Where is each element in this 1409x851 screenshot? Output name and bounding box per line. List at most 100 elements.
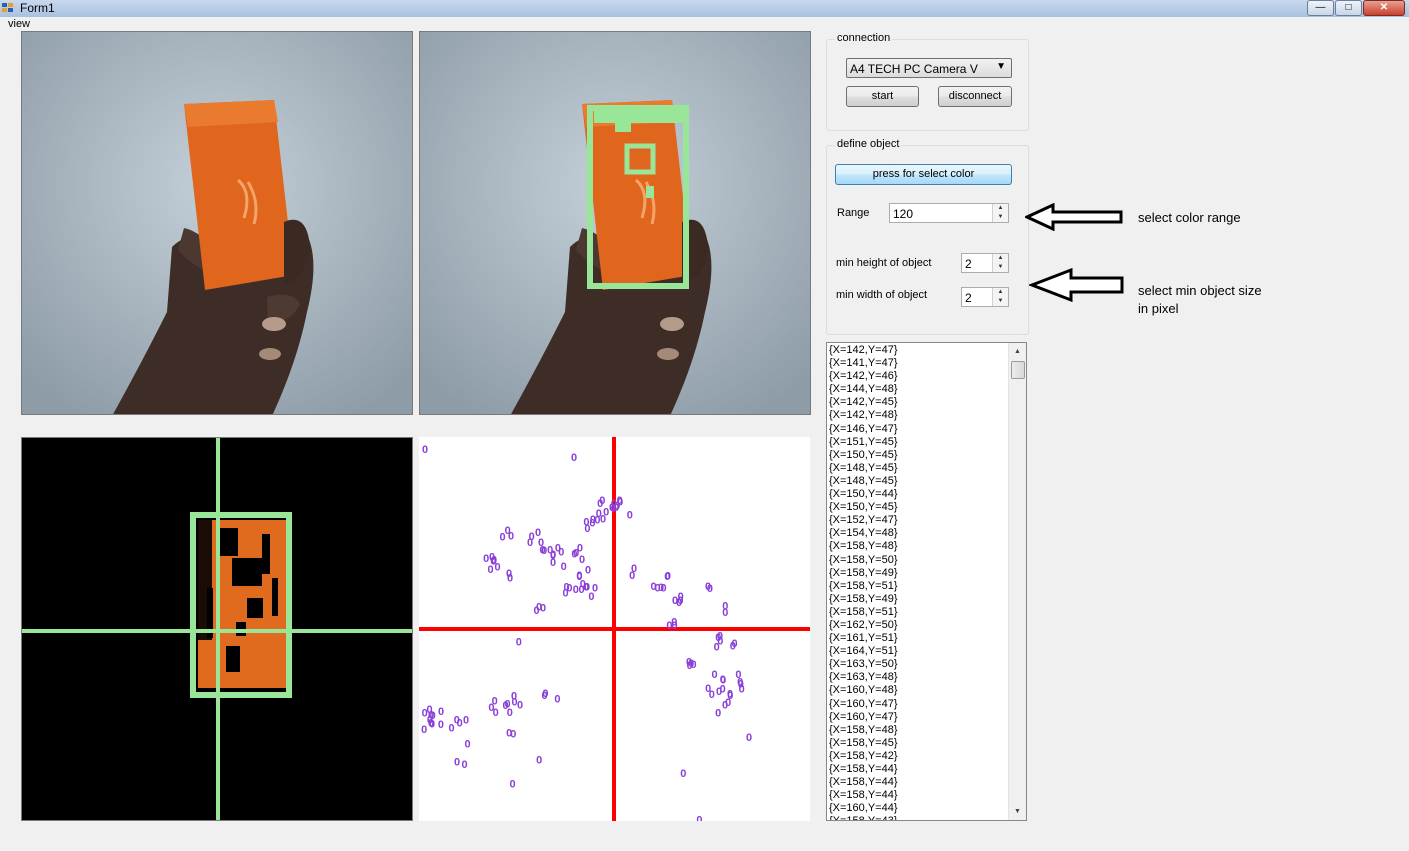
list-item[interactable]: {X=144,Y=48} [829,383,898,396]
trajectory-point: 0 [428,709,434,721]
minimize-button[interactable]: — [1307,0,1334,16]
trajectory-point: 0 [542,688,548,700]
trajectory-point: 0 [516,637,522,649]
trajectory-point: 0 [536,755,542,767]
list-item[interactable]: {X=154,Y=48} [829,527,898,540]
trajectory-point: 0 [688,658,694,670]
menu-bar: view [0,17,1409,30]
list-item[interactable]: {X=160,Y=44} [829,802,898,815]
list-item[interactable]: {X=158,Y=50} [829,554,898,567]
range-value: 120 [893,207,914,221]
list-item[interactable]: {X=158,Y=43} [829,815,898,820]
trajectory-point: 0 [654,582,660,594]
start-button[interactable]: start [846,86,919,107]
trajectory-point: 0 [457,717,463,729]
list-item[interactable]: {X=142,Y=48} [829,409,898,422]
trajectory-point: 0 [590,514,596,526]
list-item[interactable]: {X=152,Y=47} [829,514,898,527]
menu-view[interactable]: view [8,18,30,30]
trajectory-point: 0 [561,561,567,573]
trajectory-point: 0 [533,605,539,617]
trajectory-point: 0 [600,513,606,525]
disconnect-button[interactable]: disconnect [938,86,1012,107]
select-color-button[interactable]: press for select color [835,164,1012,185]
min-width-stepper[interactable]: 2 ▲ ▼ [961,287,1009,307]
list-item[interactable]: {X=158,Y=48} [829,540,898,553]
list-item[interactable]: {X=158,Y=42} [829,750,898,763]
spin-down-icon[interactable]: ▼ [993,263,1008,272]
trajectory-point: 0 [554,693,560,705]
trajectory-point: 0 [705,581,711,593]
trajectory-point: 0 [509,779,515,791]
app-icon [2,3,13,12]
trajectory-point: 0 [438,719,444,731]
scroll-up-icon[interactable]: ▲ [1009,343,1026,360]
list-item[interactable]: {X=158,Y=45} [829,737,898,750]
trajectory-point: 0 [571,452,577,464]
min-height-stepper[interactable]: 2 ▲ ▼ [961,253,1009,273]
detection-box [594,108,688,123]
color-range-note: select color range [1138,210,1241,225]
object-size-note-line2: in pixel [1138,301,1179,316]
spin-down-icon[interactable]: ▼ [993,297,1008,306]
list-item[interactable]: {X=164,Y=51} [829,645,898,658]
range-stepper[interactable]: 120 ▲ ▼ [889,203,1009,223]
list-item[interactable]: {X=161,Y=51} [829,632,898,645]
trajectory-point: 0 [629,570,635,582]
list-item[interactable]: {X=158,Y=48} [829,724,898,737]
list-item[interactable]: {X=150,Y=45} [829,501,898,514]
trajectory-point: 0 [720,675,726,687]
list-item[interactable]: {X=158,Y=49} [829,593,898,606]
define-object-group-label: define object [835,138,902,150]
list-item[interactable]: {X=158,Y=51} [829,580,898,593]
trajectory-point: 0 [448,723,454,735]
trajectory-point: 0 [506,728,512,740]
list-item[interactable]: {X=146,Y=47} [829,423,898,436]
listbox-scrollbar[interactable]: ▲ ▼ [1008,343,1026,820]
scroll-down-icon[interactable]: ▼ [1009,803,1026,820]
list-item[interactable]: {X=142,Y=47} [829,344,898,357]
trajectory-plot: 0000000000000000000000000000000000000000… [419,437,810,821]
list-item[interactable]: {X=141,Y=47} [829,357,898,370]
points-listbox[interactable]: {X=142,Y=47} {X=141,Y=47} {X=142,Y=46} {X=1… [826,342,1027,821]
list-item[interactable]: {X=158,Y=49} [829,567,898,580]
close-button[interactable]: ✕ [1363,0,1405,16]
spin-down-icon[interactable]: ▼ [993,213,1008,222]
list-item[interactable]: {X=158,Y=51} [829,606,898,619]
trajectory-point: 0 [676,597,682,609]
trajectory-point: 0 [540,603,546,615]
list-item[interactable]: {X=148,Y=45} [829,475,898,488]
list-item[interactable]: {X=158,Y=44} [829,763,898,776]
trajectory-point: 0 [732,638,738,650]
camera-select-value: A4 TECH PC Camera V [850,62,978,76]
spin-up-icon[interactable]: ▲ [993,254,1008,263]
list-item[interactable]: {X=142,Y=46} [829,370,898,383]
list-item[interactable]: {X=163,Y=50} [829,658,898,671]
spin-up-icon[interactable]: ▲ [993,204,1008,213]
list-item[interactable]: {X=160,Y=48} [829,684,898,697]
spin-up-icon[interactable]: ▲ [993,288,1008,297]
object-size-note-line1: select min object size [1138,283,1262,298]
list-item[interactable]: {X=163,Y=48} [829,671,898,684]
camera-select[interactable]: A4 TECH PC Camera V ▼ [846,58,1012,78]
list-item[interactable]: {X=150,Y=44} [829,488,898,501]
trajectory-point: 0 [489,552,495,564]
list-item[interactable]: {X=142,Y=45} [829,396,898,409]
trajectory-point: 0 [709,689,715,701]
trajectory-point: 0 [746,732,752,744]
list-item[interactable]: {X=158,Y=44} [829,789,898,802]
scroll-thumb[interactable] [1011,361,1025,379]
trajectory-point: 0 [527,537,533,549]
maximize-button[interactable]: □ [1335,0,1362,16]
list-item[interactable]: {X=158,Y=44} [829,776,898,789]
list-item[interactable]: {X=160,Y=47} [829,711,898,724]
list-item[interactable]: {X=160,Y=47} [829,698,898,711]
trajectory-point: 0 [464,739,470,751]
list-item[interactable]: {X=162,Y=50} [829,619,898,632]
trajectory-point: 0 [461,759,467,771]
trajectory-point: 0 [555,543,561,555]
list-item[interactable]: {X=150,Y=45} [829,449,898,462]
trajectory-point: 0 [680,768,686,780]
list-item[interactable]: {X=148,Y=45} [829,462,898,475]
list-item[interactable]: {X=151,Y=45} [829,436,898,449]
